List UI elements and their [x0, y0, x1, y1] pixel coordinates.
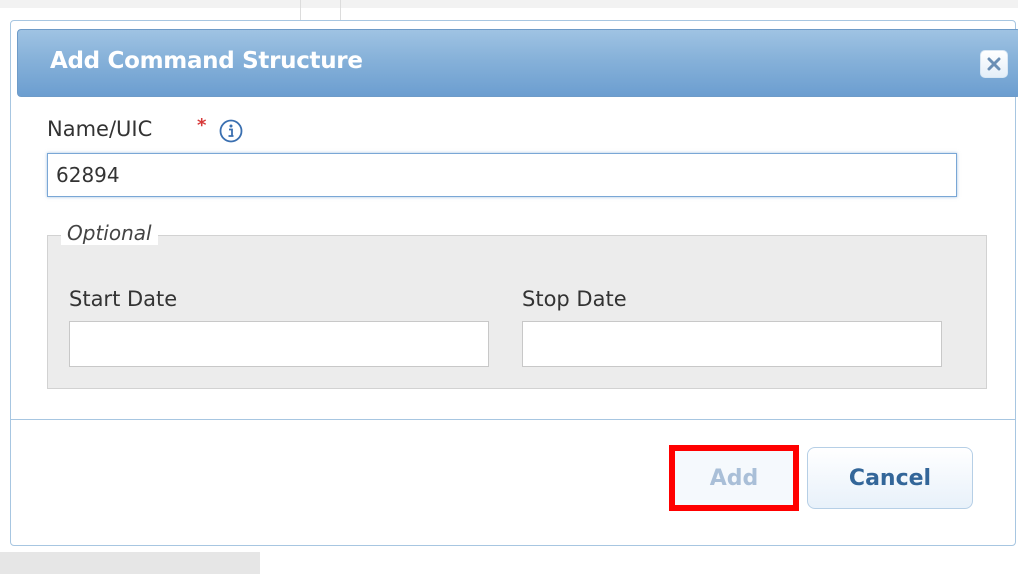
dialog-title: Add Command Structure: [50, 48, 363, 74]
optional-legend: Optional: [61, 221, 158, 245]
close-button[interactable]: [980, 50, 1008, 78]
background-page-header: [0, 0, 1018, 8]
background-panel: [0, 552, 260, 574]
start-date-input[interactable]: [69, 321, 489, 367]
required-marker: *: [197, 115, 207, 136]
name-uic-label: Name/UIC: [47, 117, 153, 141]
info-icon[interactable]: [219, 119, 243, 143]
dialog-titlebar: Add Command Structure: [17, 29, 1018, 97]
start-date-label: Start Date: [69, 287, 178, 311]
name-uic-input[interactable]: [47, 153, 957, 197]
stop-date-label: Stop Date: [522, 287, 627, 311]
footer-divider: [11, 419, 1015, 420]
add-command-structure-dialog: Add Command Structure Name/UIC * Optiona…: [10, 20, 1018, 546]
add-button[interactable]: Add: [669, 445, 799, 511]
stop-date-input[interactable]: [522, 321, 942, 367]
cancel-button[interactable]: Cancel: [807, 447, 973, 509]
close-icon: [987, 57, 1001, 71]
